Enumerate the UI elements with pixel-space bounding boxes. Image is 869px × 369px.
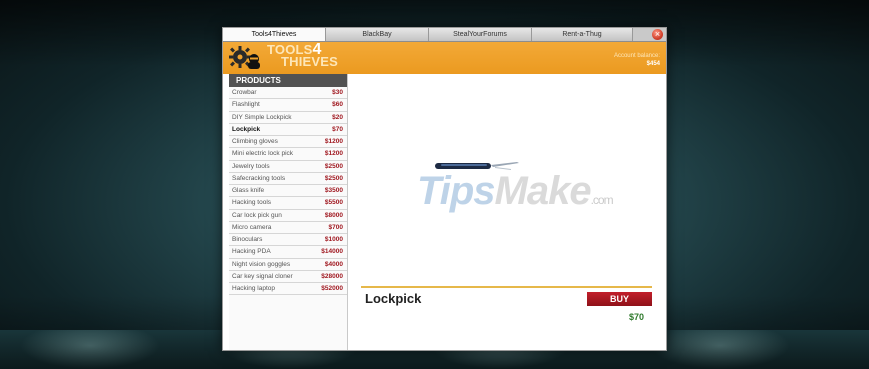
product-list-price: $2500: [324, 174, 343, 182]
account-balance-label: Account balance:: [613, 53, 660, 59]
product-list-price: $60: [332, 101, 343, 109]
tab-stealyourforums[interactable]: StealYourForums: [429, 28, 532, 41]
account-balance-value: $454: [646, 61, 660, 67]
product-list-price: $70: [332, 125, 343, 133]
product-list-item[interactable]: Car key signal cloner $28000: [229, 271, 347, 283]
product-name: Lockpick: [232, 125, 261, 133]
product-name: DIY Simple Lockpick: [232, 113, 292, 121]
product-list-price: $1200: [324, 138, 343, 145]
product-name: Crowbar: [232, 89, 257, 96]
tab-bar: Tools4Thieves BlackBay StealYourForums R…: [223, 28, 666, 42]
product-title: Lockpick: [365, 291, 422, 306]
product-name: Binoculars: [232, 236, 263, 243]
product-list-price: $4000: [324, 260, 343, 268]
product-list-price: $3500: [324, 187, 343, 194]
close-button[interactable]: ×: [652, 29, 663, 40]
product-list-item[interactable]: Mini electric lock pick $1200: [229, 148, 347, 161]
product-list-price: $28000: [321, 272, 343, 280]
products-heading: PRODUCTS: [229, 74, 347, 87]
product-list-item[interactable]: Climbing gloves $1200: [229, 136, 347, 149]
product-list: Crowbar $30 Flashlight $60 DIY Simple Lockpi…: [229, 87, 347, 296]
product-name: Hacking PDA: [232, 248, 271, 256]
background-light: [650, 330, 790, 369]
product-name: Climbing gloves: [232, 138, 278, 145]
product-list-price: $20: [332, 113, 343, 121]
product-list-price: $1000: [324, 236, 343, 243]
product-list-item[interactable]: Crowbar $30: [229, 87, 347, 100]
product-list-price: $52000: [321, 285, 343, 292]
product-list-price: $30: [332, 89, 343, 96]
product-name: Hacking laptop: [232, 285, 275, 292]
tab-rent-a-thug[interactable]: Rent-a-Thug: [532, 28, 633, 41]
product-list-item[interactable]: Car lock pick gun $8000: [229, 210, 347, 222]
product-list-item[interactable]: Jewelry tools $2500: [229, 161, 347, 173]
product-list-price: $5500: [324, 199, 343, 207]
tab-blackbay[interactable]: BlackBay: [326, 28, 429, 41]
product-list-item[interactable]: Night vision goggles $4000: [229, 259, 347, 271]
product-list-item[interactable]: Hacking laptop $52000: [229, 283, 347, 296]
product-name: Mini electric lock pick: [232, 150, 294, 158]
tab-tools4thieves[interactable]: Tools4Thieves: [223, 28, 326, 41]
product-list-price: $8000: [324, 211, 343, 219]
product-name: Glass knife: [232, 187, 265, 194]
product-list-item[interactable]: Hacking PDA $14000: [229, 246, 347, 259]
divider: [361, 286, 652, 288]
background-light: [20, 330, 160, 369]
product-name: Hacking tools: [232, 199, 272, 207]
product-list-item[interactable]: Micro camera $700: [229, 222, 347, 234]
product-list-price: $1200: [324, 150, 343, 158]
buy-button[interactable]: BUY: [587, 292, 652, 306]
product-list-price: $2500: [324, 162, 343, 170]
product-name: Car lock pick gun: [232, 211, 282, 219]
product-name: Safecracking tools: [232, 174, 286, 182]
close-icon: ×: [654, 29, 661, 39]
product-detail-panel: TipsMake.com Lockpick BUY $70: [353, 74, 666, 350]
product-list-item[interactable]: Hacking tools $5500: [229, 197, 347, 210]
products-sidebar: PRODUCTS Crowbar $30 Flashlight $60 DIY Simp…: [229, 74, 348, 350]
site-logo[interactable]: TOOLS4 THIEVES: [267, 42, 338, 69]
product-list-item[interactable]: DIY Simple Lockpick $20: [229, 112, 347, 124]
product-name: Flashlight: [232, 101, 260, 109]
gear-thief-icon: [229, 46, 260, 69]
product-name: Micro camera: [232, 223, 272, 231]
product-list-item[interactable]: Glass knife $3500: [229, 185, 347, 198]
site-header: TOOLS4 THIEVES Account balance: $454: [223, 42, 666, 74]
product-name: Car key signal cloner: [232, 272, 293, 280]
product-price: $70: [629, 312, 645, 322]
product-name: Night vision goggles: [232, 260, 291, 268]
product-list-item[interactable]: Safecracking tools $2500: [229, 173, 347, 185]
product-list-price: $700: [328, 223, 343, 231]
watermark: TipsMake.com: [417, 169, 614, 213]
product-list-price: $14000: [321, 248, 343, 256]
browser-window: Tools4Thieves BlackBay StealYourForums R…: [222, 27, 667, 351]
product-list-item[interactable]: Binoculars $1000: [229, 234, 347, 247]
product-list-item[interactable]: Flashlight $60: [229, 99, 347, 112]
product-name: Jewelry tools: [232, 162, 270, 170]
product-list-item[interactable]: Lockpick $70: [229, 124, 347, 136]
